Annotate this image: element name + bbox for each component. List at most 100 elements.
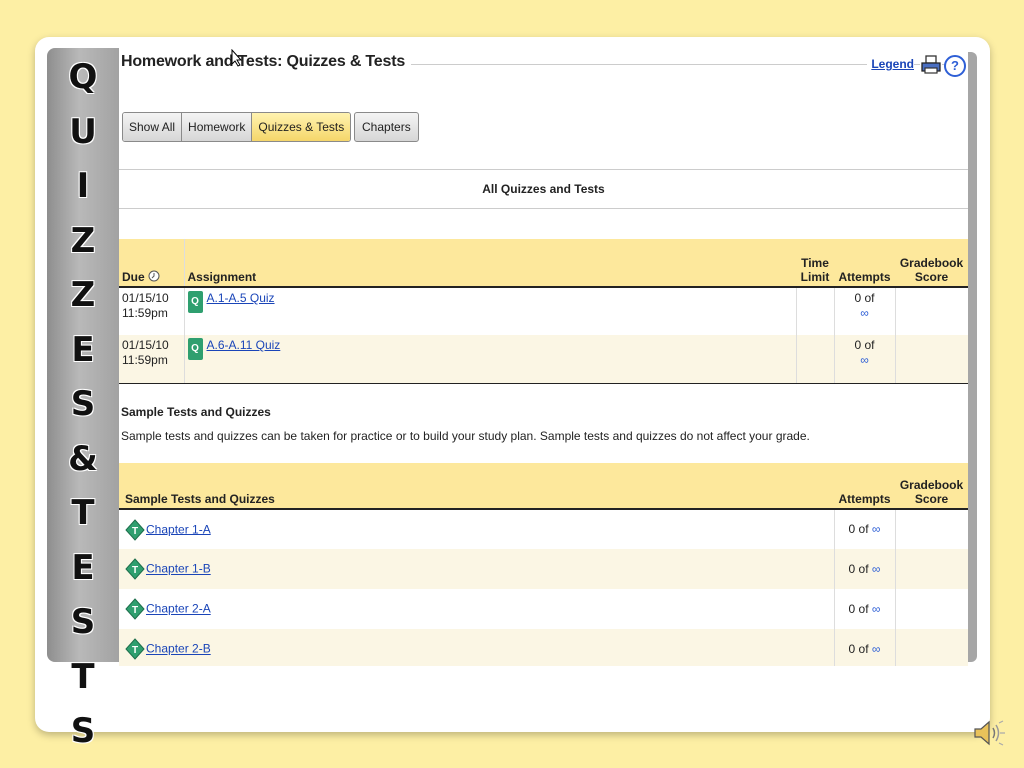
table-row: T Chapter 2-A 0 of ∞: [119, 589, 968, 629]
attempts-max: ∞: [860, 353, 869, 367]
vertical-title-letter: T: [71, 493, 95, 533]
sample-section-title: Sample Tests and Quizzes: [121, 405, 271, 419]
table-row: T Chapter 1-B 0 of ∞: [119, 549, 968, 589]
table-row: T Chapter 1-A 0 of ∞: [119, 509, 968, 549]
vertical-title-letter: &: [68, 438, 98, 479]
table-row: 01/15/10 11:59pm Q A.6-A.11 Quiz 0 of ∞: [119, 335, 968, 384]
table-row: 01/15/10 11:59pm Q A.1-A.5 Quiz 0 of ∞: [119, 287, 968, 335]
vertical-title-letter: S: [70, 602, 96, 642]
due-cell: 01/15/10 11:59pm: [119, 287, 184, 335]
attempts-cell: 0 of ∞: [833, 629, 895, 666]
vertical-title-letter: T: [71, 656, 95, 697]
mouse-cursor-icon: [231, 49, 243, 67]
gradebook-header-line: Gradebook: [899, 478, 964, 492]
sample-test-link[interactable]: Chapter 2-A: [146, 602, 211, 616]
gradebook-score-cell: [894, 509, 968, 549]
tab-quizzes-tests[interactable]: Quizzes & Tests: [252, 113, 351, 141]
attempts-value: 0 of: [854, 291, 875, 305]
table-row: T Chapter 2-B 0 of ∞: [119, 629, 968, 666]
attempts-cell: 0 of ∞: [833, 287, 895, 335]
sample-header-row: Sample Tests and Quizzes Attempts Gradeb…: [119, 463, 968, 510]
vertical-title-letter: Q: [68, 57, 98, 97]
attempts-cell: 0 of ∞: [833, 335, 895, 384]
sample-test-link[interactable]: Chapter 1-B: [146, 562, 211, 576]
attempts-value: 0 of: [848, 522, 869, 536]
sample-section-description: Sample tests and quizzes can be taken fo…: [121, 429, 810, 443]
attempts-cell: 0 of ∞: [833, 549, 895, 589]
gradebook-score-cell: [894, 589, 968, 629]
attempts-cell: 0 of ∞: [833, 589, 895, 629]
due-cell: 01/15/10 11:59pm: [119, 335, 184, 384]
print-icon[interactable]: [920, 55, 942, 75]
gradebook-score-cell: [894, 287, 968, 335]
assignments-header-row: Due Assignment Time Limit Attempts Grade…: [119, 239, 968, 288]
tab-homework[interactable]: Homework: [182, 113, 253, 141]
right-scrollbar[interactable]: [968, 52, 977, 662]
gradebook-header-line: Score: [914, 270, 949, 284]
assignment-link[interactable]: A.6-A.11 Quiz: [207, 338, 281, 352]
page-title: Homework and Tests: Quizzes & Tests: [121, 53, 412, 71]
chapters-button[interactable]: Chapters: [354, 112, 419, 142]
gradebook-score-cell: [894, 335, 968, 384]
gradebook-score-header: Gradebook Score: [895, 239, 968, 288]
time-limit-cell: [795, 287, 834, 335]
sample-test-link[interactable]: Chapter 2-B: [146, 642, 211, 656]
attempts-value: 0 of: [848, 601, 869, 616]
due-header[interactable]: Due: [119, 239, 184, 288]
attempts-max: ∞: [871, 641, 881, 656]
vertical-title: Q U I Z Z E S & T E S T S: [45, 50, 121, 759]
time-limit-header: Time Limit: [796, 239, 834, 288]
legend-link[interactable]: Legend: [867, 57, 914, 71]
sample-name-cell: T Chapter 1-B: [119, 549, 834, 589]
sample-name-cell: T Chapter 2-A: [119, 589, 834, 629]
attempts-cell: 0 of ∞: [833, 509, 895, 549]
due-time: 11:59pm: [122, 353, 168, 367]
attempts-value: 0 of: [854, 338, 875, 352]
quiz-badge-icon: Q: [187, 338, 203, 360]
vertical-title-letter: I: [76, 166, 90, 206]
gradebook-score-header: Gradebook Score: [895, 463, 968, 510]
attempts-max: ∞: [871, 561, 881, 576]
tab-show-all[interactable]: Show All: [123, 113, 183, 141]
sample-test-diamond-icon: T: [125, 558, 145, 580]
attempts-value: 0 of: [848, 641, 869, 656]
vertical-title-letter: Z: [70, 275, 96, 315]
assignment-cell: Q A.6-A.11 Quiz: [183, 335, 796, 384]
vertical-title-letter: S: [70, 711, 96, 751]
gradebook-header-line: Gradebook: [899, 256, 964, 270]
attempts-value: 0 of: [848, 561, 869, 576]
help-icon[interactable]: ?: [944, 55, 966, 77]
due-time: 11:59pm: [122, 306, 168, 320]
filter-tabs: Show All Homework Quizzes & Tests: [122, 112, 352, 142]
assignment-header: Assignment: [183, 239, 796, 288]
attempts-max: ∞: [871, 522, 881, 536]
clock-info-icon: [148, 270, 160, 282]
sample-test-link[interactable]: Chapter 1-A: [146, 522, 211, 536]
assignment-cell: Q A.1-A.5 Quiz: [183, 287, 796, 335]
due-header-label: Due: [122, 270, 145, 284]
sample-test-diamond-icon: T: [125, 518, 145, 541]
time-limit-header-line: Limit: [800, 270, 830, 284]
svg-text:T: T: [132, 605, 138, 616]
vertical-title-letter: U: [69, 111, 97, 152]
speaker-icon[interactable]: [972, 717, 1006, 749]
assignment-link[interactable]: A.1-A.5 Quiz: [207, 291, 275, 305]
svg-text:T: T: [132, 565, 138, 576]
time-limit-cell: [795, 335, 834, 384]
sample-tests-table: Sample Tests and Quizzes Attempts Gradeb…: [119, 463, 968, 666]
vertical-title-letter: S: [70, 384, 96, 424]
sample-test-diamond-icon: T: [125, 638, 145, 660]
sample-name-cell: T Chapter 1-A: [119, 509, 834, 549]
quiz-badge-icon: Q: [187, 291, 203, 313]
gradebook-score-cell: [894, 629, 968, 666]
sample-name-cell: T Chapter 2-B: [119, 629, 834, 666]
screenshot-panel: Homework and Tests: Quizzes & Tests Lege…: [119, 48, 968, 666]
vertical-title-letter: E: [71, 547, 95, 588]
due-date: 01/15/10: [122, 291, 169, 305]
attempts-header: Attempts: [834, 239, 895, 288]
attempts-header: Attempts: [834, 463, 895, 510]
svg-text:T: T: [132, 645, 138, 656]
sample-test-diamond-icon: T: [125, 598, 145, 620]
attempts-max: ∞: [871, 601, 881, 616]
assignments-table: Due Assignment Time Limit Attempts Grade…: [119, 239, 968, 384]
